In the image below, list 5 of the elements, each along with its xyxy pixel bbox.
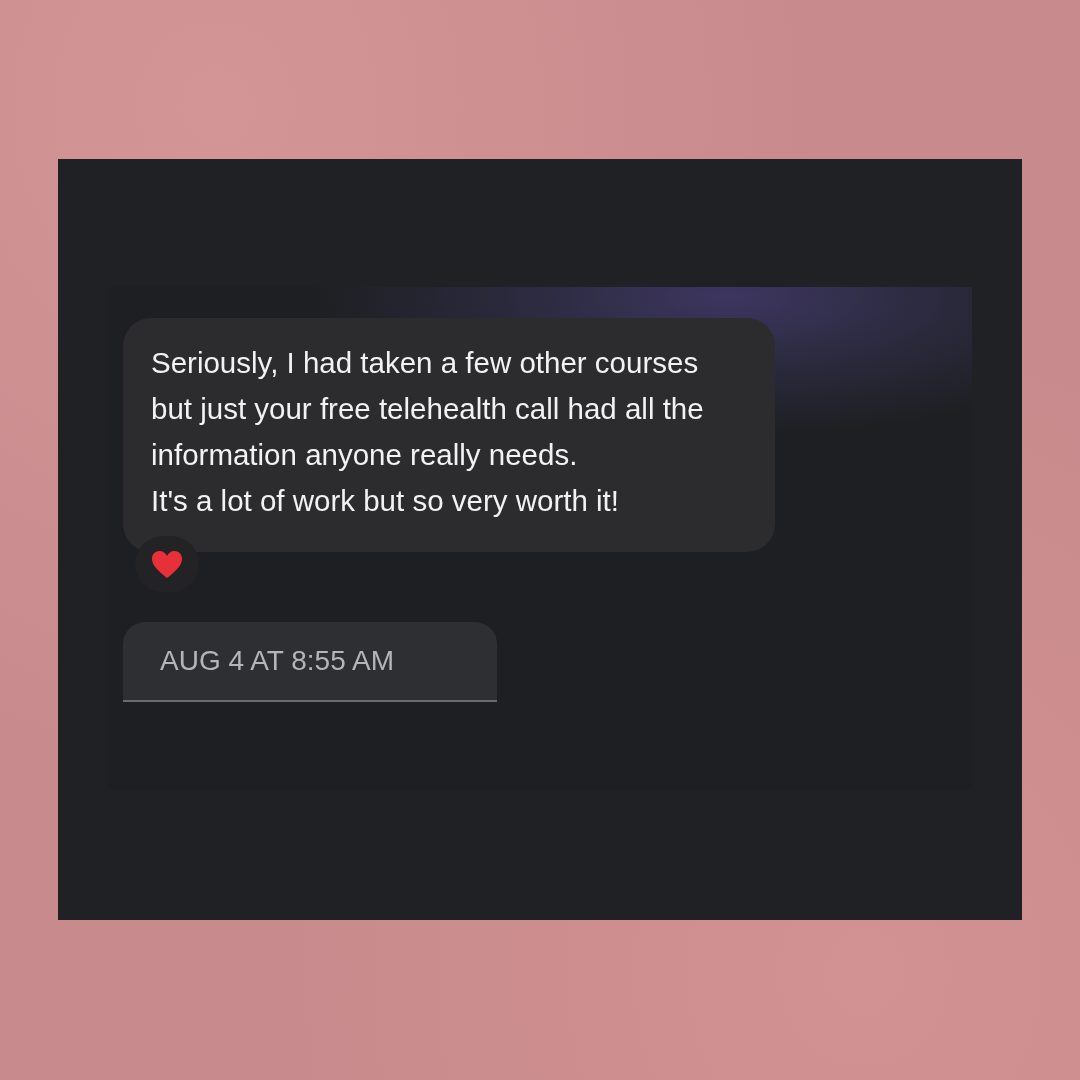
reaction-badge[interactable] [135, 536, 199, 592]
message-text: It's a lot of work but so very worth it! [151, 483, 620, 519]
message-text: Seriously, I had taken a few other courses but just your free telehealth call had all the information anyone really needs. [151, 345, 705, 473]
timestamp: AUG 4 AT 8:55 AM [123, 622, 497, 702]
heart-icon [151, 549, 183, 579]
